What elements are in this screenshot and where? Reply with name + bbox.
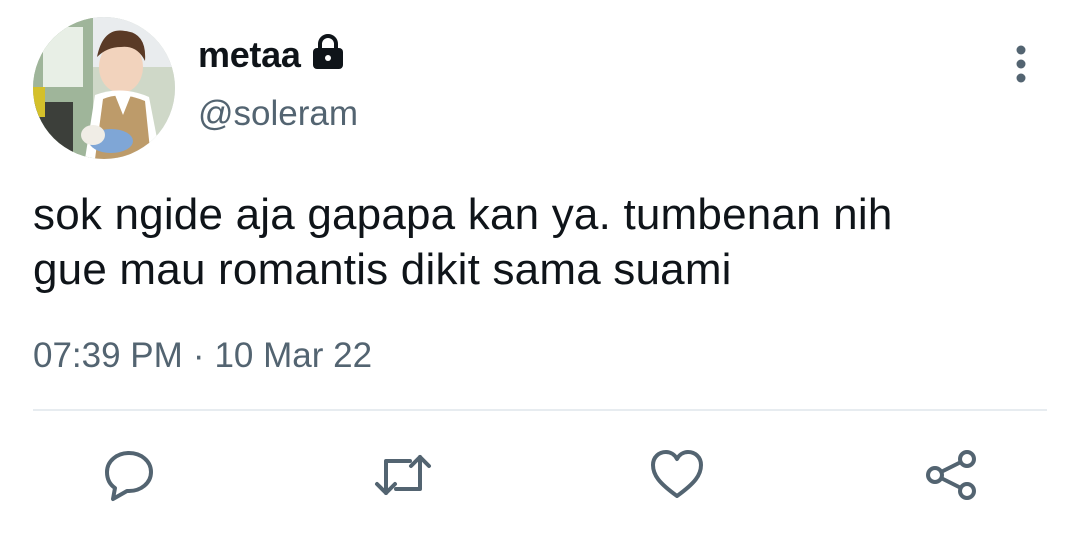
like-button[interactable] xyxy=(645,445,709,509)
tweet-card: metaa @soleram sok ngide aja gapapa kan … xyxy=(0,0,1080,535)
tweet-date: 10 Mar 22 xyxy=(214,336,373,375)
heart-icon xyxy=(649,447,705,508)
tweet-text-line: gue mau romantis dikit sama suami xyxy=(33,245,732,294)
retweet-button[interactable] xyxy=(371,445,435,509)
meta-separator: · xyxy=(192,336,205,375)
share-icon xyxy=(923,447,979,508)
share-button[interactable] xyxy=(919,445,983,509)
retweet-icon xyxy=(372,447,434,508)
user-handle[interactable]: @soleram xyxy=(198,94,358,134)
more-vertical-icon[interactable] xyxy=(1006,42,1036,86)
reply-button[interactable] xyxy=(97,445,161,509)
tweet-time: 07:39 PM xyxy=(33,336,183,375)
avatar-image xyxy=(33,17,175,159)
divider xyxy=(33,409,1047,411)
display-name-row: metaa xyxy=(198,30,345,80)
avatar[interactable] xyxy=(33,17,175,159)
lock-icon xyxy=(311,34,345,70)
tweet-text: sok ngide aja gapapa kan ya. tumbenan ni… xyxy=(33,187,1033,297)
display-name[interactable]: metaa xyxy=(198,34,301,76)
tweet-text-line: sok ngide aja gapapa kan ya. tumbenan ni… xyxy=(33,190,893,239)
action-bar xyxy=(0,445,1080,509)
reply-icon xyxy=(101,447,157,508)
tweet-timestamp[interactable]: 07:39 PM · 10 Mar 22 xyxy=(33,336,372,376)
